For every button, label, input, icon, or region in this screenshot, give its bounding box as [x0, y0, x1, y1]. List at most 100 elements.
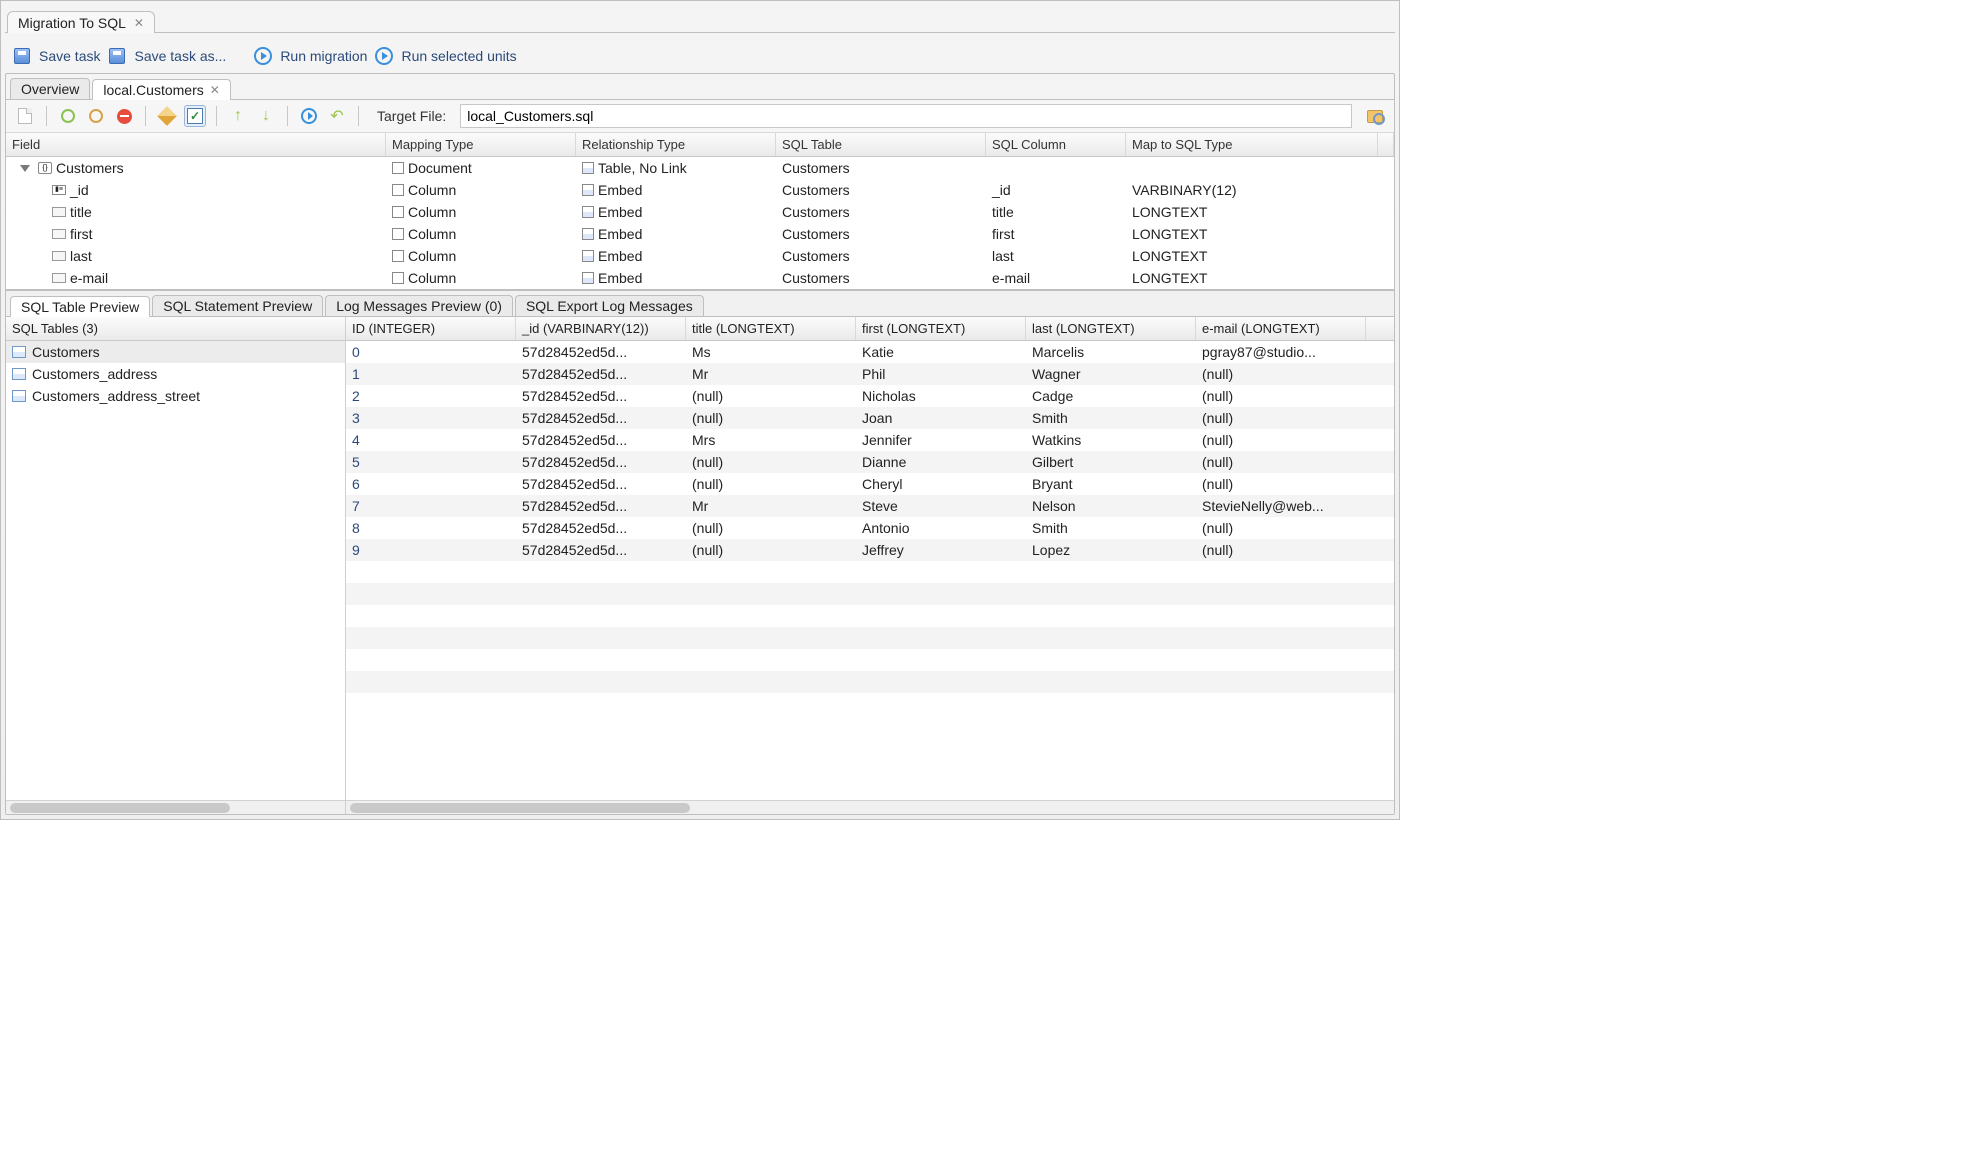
sql-table-item[interactable]: Customers_address [6, 363, 345, 385]
grid-column-header[interactable]: first (LONGTEXT) [856, 317, 1026, 340]
hscrollbar[interactable] [346, 800, 1394, 814]
add-yellow-icon[interactable] [85, 105, 107, 127]
grid-cell: Dianne [856, 451, 1026, 473]
sql-table-item[interactable]: Customers [6, 341, 345, 363]
move-down-icon[interactable]: ↓ [255, 105, 277, 127]
grid-cell: Phil [856, 363, 1026, 385]
col-sql-table[interactable]: SQL Table [776, 133, 986, 156]
grid-cell: (null) [686, 473, 856, 495]
target-file-input[interactable] [460, 104, 1352, 128]
mapping-row[interactable]: e-mailColumnEmbedCustomerse-mailLONGTEXT [6, 267, 1394, 289]
grid-row-empty [346, 561, 1394, 583]
divider [358, 106, 359, 126]
save-task-button[interactable]: Save task [39, 48, 100, 64]
grid-column-header[interactable]: ID (INTEGER) [346, 317, 516, 340]
col-sql-type[interactable]: Map to SQL Type [1126, 133, 1378, 156]
grid-column-header[interactable]: last (LONGTEXT) [1026, 317, 1196, 340]
grid-column-header[interactable]: title (LONGTEXT) [686, 317, 856, 340]
remove-icon[interactable] [113, 105, 135, 127]
mapping-type-icon [392, 162, 404, 174]
grid-row[interactable]: 857d28452ed5d...(null)AntonioSmith(null) [346, 517, 1394, 539]
sql-tables-panel: SQL Tables (3) CustomersCustomers_addres… [6, 317, 346, 814]
grid-row[interactable]: 057d28452ed5d...MsKatieMarcelispgray87@s… [346, 341, 1394, 363]
tab-sql-export-log[interactable]: SQL Export Log Messages [515, 295, 704, 316]
relationship-icon [582, 272, 594, 284]
validate-icon[interactable] [184, 105, 206, 127]
tab-sql-table-preview[interactable]: SQL Table Preview [10, 296, 150, 317]
tab-label: SQL Export Log Messages [526, 298, 693, 314]
run-migration-icon[interactable] [252, 45, 274, 67]
expand-icon[interactable] [20, 165, 30, 172]
grid-row[interactable]: 557d28452ed5d...(null)DianneGilbert(null… [346, 451, 1394, 473]
browse-folder-icon[interactable] [1364, 105, 1386, 127]
save-task-as-button[interactable]: Save task as... [134, 48, 226, 64]
grid-row[interactable]: 957d28452ed5d...(null)JeffreyLopez(null) [346, 539, 1394, 561]
field-name: Customers [56, 160, 124, 176]
table-name: Customers [32, 344, 100, 360]
grid-cell: 7 [346, 495, 516, 517]
grid-row[interactable]: 757d28452ed5d...MrSteveNelsonStevieNelly… [346, 495, 1394, 517]
sql-table-item[interactable]: Customers_address_street [6, 385, 345, 407]
run-selected-icon[interactable] [373, 45, 395, 67]
mapping-type: Document [408, 160, 472, 176]
grid-cell: (null) [1196, 363, 1366, 385]
edit-icon[interactable] [156, 105, 178, 127]
grid-cell: 57d28452ed5d... [516, 473, 686, 495]
save-task-icon[interactable] [11, 45, 33, 67]
grid-cell: 57d28452ed5d... [516, 495, 686, 517]
grid-cell: Gilbert [1026, 451, 1196, 473]
mapping-row[interactable]: titleColumnEmbedCustomerstitleLONGTEXT [6, 201, 1394, 223]
grid-row-empty [346, 671, 1394, 693]
tab-migration-to-sql[interactable]: Migration To SQL ✕ [7, 11, 155, 33]
mapping-row[interactable]: ▮≡_idColumnEmbedCustomers_idVARBINARY(12… [6, 179, 1394, 201]
sql-tables-list: Customers Customers_addressCustomers_addr… [6, 341, 345, 800]
grid-row[interactable]: 457d28452ed5d...MrsJenniferWatkins(null) [346, 429, 1394, 451]
grid-row-empty [346, 583, 1394, 605]
run-selected-button[interactable]: Run selected units [401, 48, 516, 64]
col-mapping-type[interactable]: Mapping Type [386, 133, 576, 156]
grid-cell: Mr [686, 495, 856, 517]
run-step-icon[interactable] [298, 105, 320, 127]
view-tabs: Migration To SQL ✕ [5, 5, 1395, 33]
col-sql-column[interactable]: SQL Column [986, 133, 1126, 156]
mapping-type: Column [408, 204, 456, 220]
relationship-type: Embed [598, 270, 642, 286]
mapping-body: {}CustomersDocumentTable, No LinkCustome… [6, 157, 1394, 289]
grid-row[interactable]: 657d28452ed5d...(null)CherylBryant(null) [346, 473, 1394, 495]
tab-overview[interactable]: Overview [10, 78, 90, 99]
mapping-type-icon [392, 228, 404, 240]
grid-cell: 5 [346, 451, 516, 473]
mapping-row[interactable]: lastColumnEmbedCustomerslastLONGTEXT [6, 245, 1394, 267]
grid-column-header[interactable]: e-mail (LONGTEXT) [1196, 317, 1366, 340]
close-icon[interactable]: ✕ [134, 16, 144, 30]
grid-cell: (null) [686, 539, 856, 561]
grid-row[interactable]: 257d28452ed5d...(null)NicholasCadge(null… [346, 385, 1394, 407]
sql-table: Customers [782, 204, 850, 220]
close-icon[interactable]: ✕ [210, 83, 220, 97]
hscrollbar[interactable] [6, 800, 345, 814]
grid-cell: Jeffrey [856, 539, 1026, 561]
tab-sql-statement-preview[interactable]: SQL Statement Preview [152, 295, 323, 316]
grid-cell: Nicholas [856, 385, 1026, 407]
save-task-as-icon[interactable] [106, 45, 128, 67]
run-migration-button[interactable]: Run migration [280, 48, 367, 64]
add-green-icon[interactable] [57, 105, 79, 127]
mapping-row[interactable]: firstColumnEmbedCustomersfirstLONGTEXT [6, 223, 1394, 245]
string-field-icon [52, 273, 66, 283]
mapping-header: Field Mapping Type Relationship Type SQL… [6, 133, 1394, 157]
move-up-icon[interactable]: ↑ [227, 105, 249, 127]
mapping-row[interactable]: {}CustomersDocumentTable, No LinkCustome… [6, 157, 1394, 179]
undo-icon[interactable]: ↶ [326, 105, 348, 127]
tab-log-messages-preview[interactable]: Log Messages Preview (0) [325, 295, 513, 316]
relationship-icon [582, 250, 594, 262]
tab-local-customers[interactable]: local.Customers ✕ [92, 79, 230, 100]
grid-row-empty [346, 649, 1394, 671]
col-field[interactable]: Field [6, 133, 386, 156]
inner-panel: Overview local.Customers ✕ ↑ ↓ [5, 73, 1395, 815]
grid-column-header[interactable]: _id (VARBINARY(12)) [516, 317, 686, 340]
new-document-icon[interactable] [14, 105, 36, 127]
col-relationship-type[interactable]: Relationship Type [576, 133, 776, 156]
grid-row[interactable]: 357d28452ed5d...(null)JoanSmith(null) [346, 407, 1394, 429]
grid-row[interactable]: 157d28452ed5d...MrPhilWagner(null) [346, 363, 1394, 385]
sql-type: VARBINARY(12) [1132, 182, 1237, 198]
